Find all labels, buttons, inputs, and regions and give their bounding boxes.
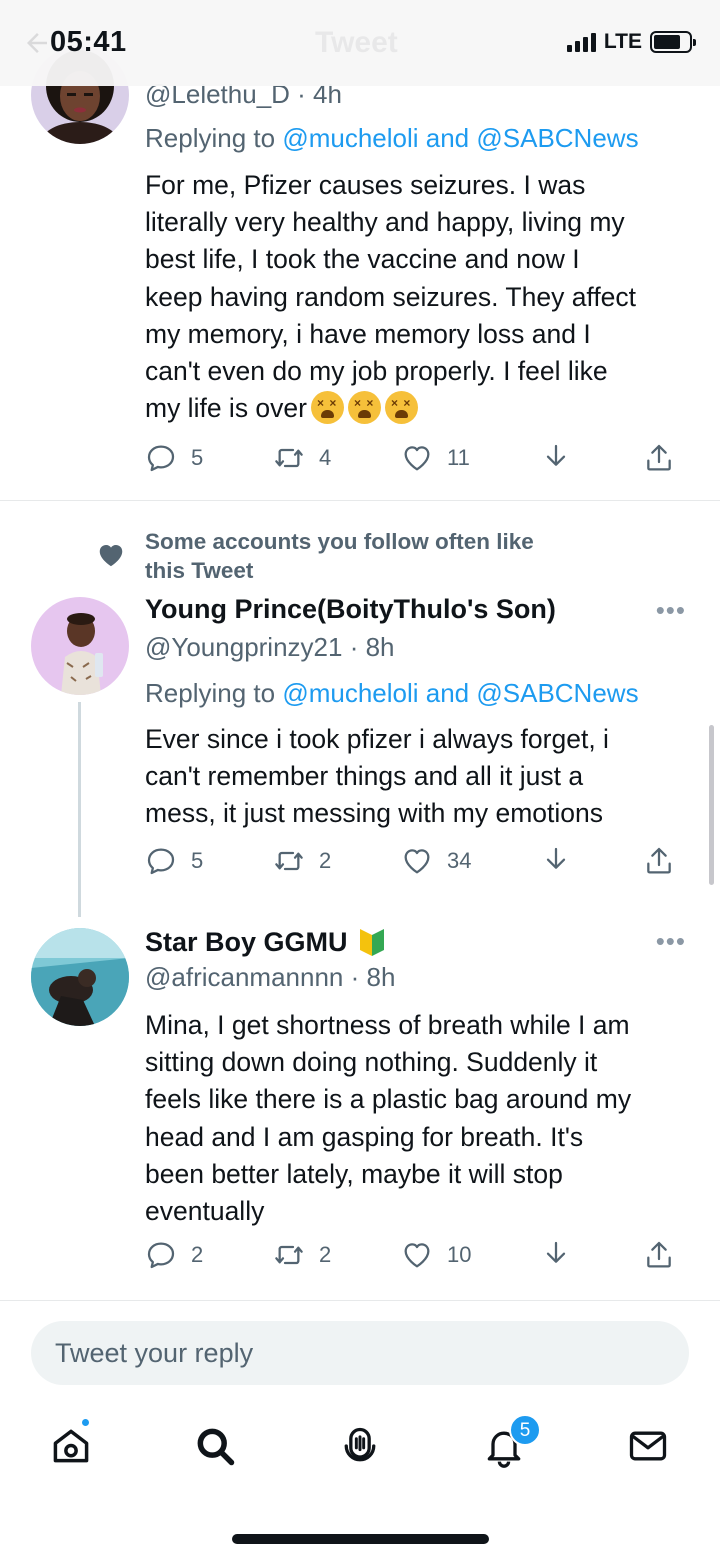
retweet-button[interactable]: 4	[273, 442, 331, 474]
retweet-icon	[275, 448, 303, 468]
reply-count: 5	[191, 445, 204, 470]
share-button[interactable]	[643, 1239, 675, 1271]
tab-messages[interactable]	[626, 1424, 670, 1468]
heart-icon	[404, 1243, 430, 1268]
scrollbar[interactable]	[709, 725, 714, 885]
tired-face-emoji	[384, 391, 418, 425]
tired-face-emoji	[347, 391, 381, 425]
tweet-handle[interactable]: @africanmannnn	[145, 962, 343, 992]
avatar[interactable]	[31, 597, 129, 695]
download-arrow-icon	[546, 1241, 566, 1263]
unread-dot	[80, 1417, 91, 1428]
page-title: Tweet	[315, 26, 398, 59]
reply-button[interactable]: 5	[145, 845, 203, 877]
retweet-count: 4	[319, 445, 332, 470]
reply-icon	[147, 848, 175, 875]
tweet-author-name[interactable]: Young Prince(BoityThulo's Son)	[145, 594, 556, 625]
share-button[interactable]	[643, 442, 675, 474]
home-icon	[53, 1429, 89, 1463]
beginner-badge-icon	[358, 927, 386, 957]
tweet-body-wrap: For me, Pfizer causes seizures. I was li…	[145, 167, 690, 427]
tweet-handle-time: @africanmannnn · 8h	[145, 962, 396, 992]
tweet-actions: 2 2 10	[145, 1239, 685, 1275]
tweet-body: For me, Pfizer causes seizures. I was li…	[145, 170, 637, 424]
tweet-time: 8h	[366, 962, 396, 992]
share-icon	[647, 847, 671, 874]
tab-search[interactable]	[193, 1424, 237, 1468]
tab-home[interactable]	[49, 1417, 93, 1468]
reply-icon	[147, 1242, 175, 1269]
heart-icon	[404, 446, 430, 471]
retweet-icon	[275, 851, 303, 871]
back-arrow-icon[interactable]	[22, 28, 52, 58]
divider	[0, 500, 720, 501]
signal-icon	[566, 32, 596, 52]
reply-input[interactable]: Tweet your reply	[31, 1321, 689, 1385]
retweet-count: 2	[319, 848, 332, 873]
download-arrow-icon	[546, 444, 566, 466]
heart-icon	[99, 545, 123, 567]
reply-icon	[147, 445, 175, 472]
tweet-handle[interactable]: @Youngprinzy21	[145, 632, 342, 662]
tweet-body: Ever since i took pfizer i always forget…	[145, 724, 609, 829]
network-label: LTE	[603, 30, 642, 53]
share-icon	[647, 444, 671, 471]
notifications-badge: 5	[509, 1414, 541, 1446]
like-count: 34	[447, 848, 472, 873]
tweet-actions: 5 4 11	[145, 442, 685, 478]
more-options-icon[interactable]: •••	[656, 595, 686, 626]
like-button[interactable]: 10	[401, 1239, 471, 1271]
battery-icon	[650, 31, 696, 53]
reply-button[interactable]: 5	[145, 442, 203, 474]
avatar[interactable]	[31, 928, 129, 1026]
bookmark-button[interactable]	[540, 1239, 572, 1271]
retweet-button[interactable]: 2	[273, 845, 331, 877]
tab-notifications[interactable]: 5	[482, 1414, 541, 1468]
home-indicator[interactable]	[232, 1534, 489, 1544]
status-bar: 05:41 Tweet LTE	[0, 0, 720, 86]
retweet-count: 2	[319, 1242, 332, 1267]
like-count: 11	[447, 445, 470, 470]
reply-count: 2	[191, 1242, 204, 1267]
thread-line	[78, 702, 81, 917]
tired-face-emoji	[310, 391, 344, 425]
tweet-time: 8h	[365, 632, 395, 662]
like-button[interactable]: 11	[401, 442, 470, 474]
replying-to-link[interactable]: @mucheloli and @SABCNews	[282, 678, 638, 708]
retweet-button[interactable]: 2	[273, 1239, 331, 1271]
reply-button[interactable]: 2	[145, 1239, 203, 1271]
status-time: 05:41	[50, 26, 127, 58]
messages-icon	[629, 1431, 667, 1461]
share-icon	[647, 1241, 671, 1268]
bookmark-button[interactable]	[540, 442, 572, 474]
like-count: 10	[447, 1242, 472, 1267]
spaces-icon	[344, 1427, 376, 1462]
heart-icon	[404, 849, 430, 874]
share-button[interactable]	[643, 845, 675, 877]
replying-to: Replying to @mucheloli and @SABCNews	[145, 123, 639, 153]
replying-to: Replying to @mucheloli and @SABCNews	[145, 678, 639, 708]
reply-count: 5	[191, 848, 204, 873]
download-arrow-icon	[546, 847, 566, 869]
tweet-author-name[interactable]: Star Boy GGMU	[145, 927, 348, 958]
retweet-icon	[275, 1245, 303, 1265]
tweet-actions: 5 2 34	[145, 845, 685, 881]
tweet-body: Mina, I get shortness of breath while I …	[145, 1010, 632, 1227]
tweet-handle-time: @Youngprinzy21 · 8h	[145, 632, 395, 662]
more-options-icon[interactable]: •••	[656, 926, 686, 957]
replying-to-link[interactable]: @mucheloli and @SABCNews	[282, 123, 638, 153]
reply-composer: Tweet your reply	[0, 1300, 720, 1400]
search-icon	[197, 1428, 235, 1466]
tab-spaces[interactable]	[338, 1424, 382, 1468]
bookmark-button[interactable]	[540, 845, 572, 877]
social-context: Some accounts you follow often like this…	[145, 529, 534, 583]
like-button[interactable]: 34	[401, 845, 471, 877]
